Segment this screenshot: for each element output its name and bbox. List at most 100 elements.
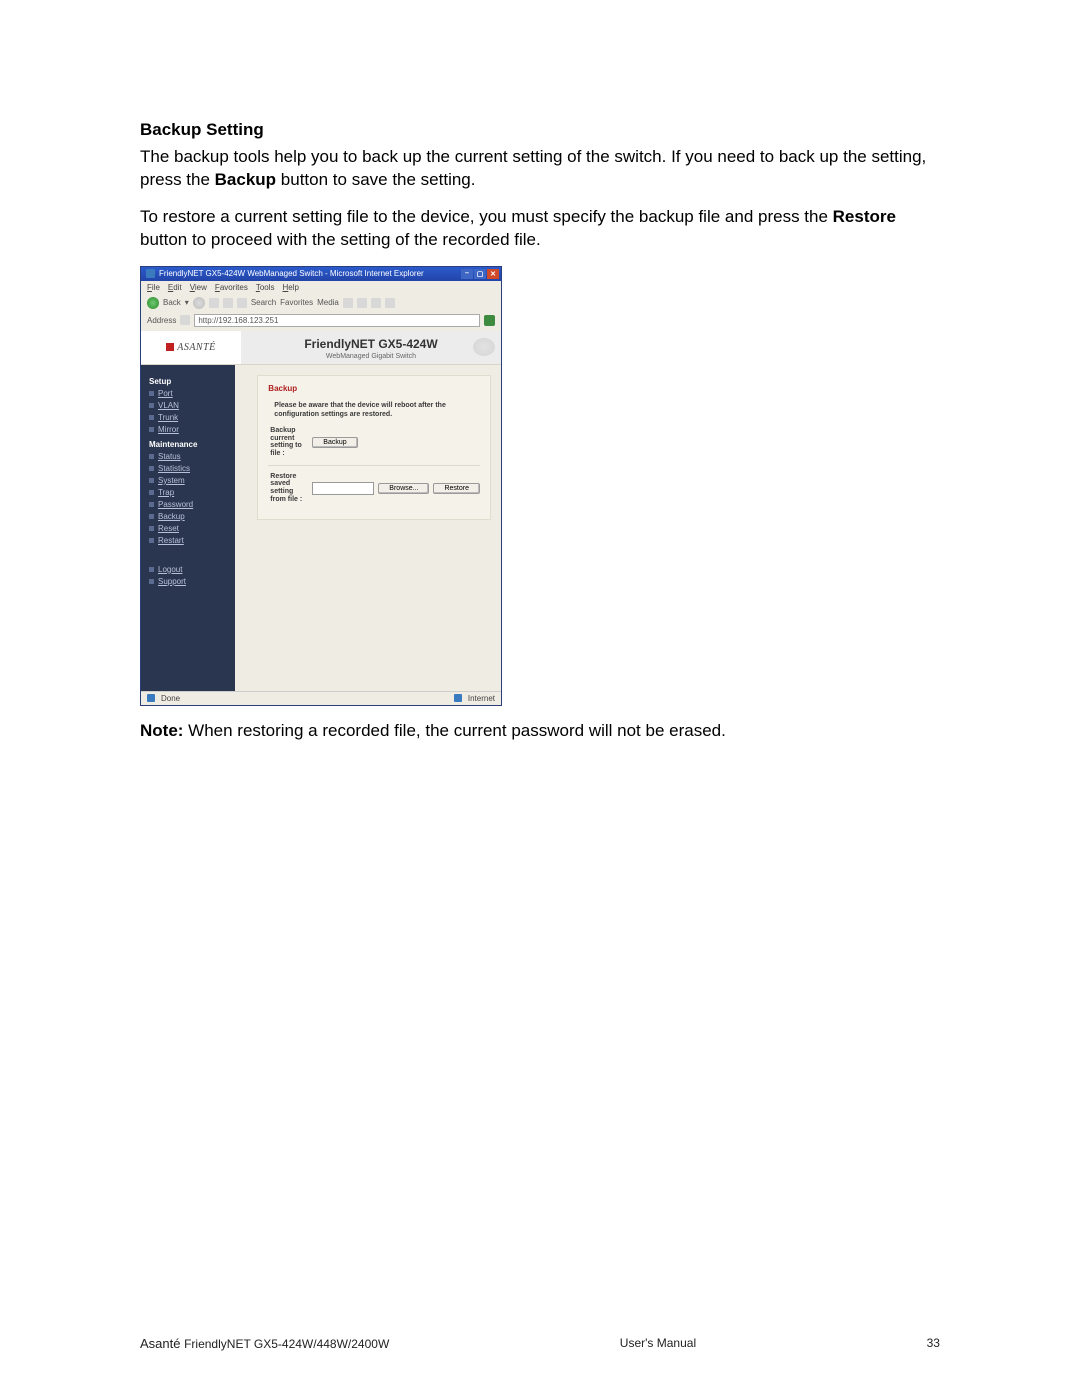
backup-row: Backup current setting to file : Backup [270, 427, 480, 458]
refresh-icon[interactable] [223, 298, 233, 308]
nav-label: Trunk [158, 413, 178, 422]
brand-name: ASANTÉ [177, 342, 216, 353]
sidebar-item-support[interactable]: Support [149, 577, 235, 586]
print-icon[interactable] [371, 298, 381, 308]
file-path-input[interactable] [312, 482, 374, 495]
window-minimize-button[interactable]: – [461, 269, 473, 279]
address-icon [180, 315, 190, 325]
bullet-icon [149, 403, 154, 408]
sidebar-item-status[interactable]: Status [149, 452, 235, 461]
forward-button-icon[interactable] [193, 297, 205, 309]
sidebar-item-backup[interactable]: Backup [149, 512, 235, 521]
nav-label: System [158, 476, 185, 485]
logo-icon [166, 343, 174, 351]
sidebar-section-setup: Setup [149, 377, 235, 386]
go-button-icon[interactable] [484, 315, 495, 326]
bullet-icon [149, 538, 154, 543]
sidebar-section-maintenance: Maintenance [149, 440, 235, 449]
product-title-area: FriendlyNET GX5-424W WebManaged Gigabit … [241, 331, 501, 365]
restore-row-label: Restore saved setting from file : [270, 473, 306, 504]
address-input[interactable]: http://192.168.123.251 [194, 314, 480, 327]
zone-icon [454, 694, 462, 702]
nav-label: Logout [158, 565, 182, 574]
product-subtitle: WebManaged Gigabit Switch [304, 353, 437, 360]
sidebar-item-port[interactable]: Port [149, 389, 235, 398]
menu-view[interactable]: View [190, 283, 207, 292]
browser-statusbar: Done Internet [141, 691, 501, 705]
nav-label: Restart [158, 536, 184, 545]
sidebar-item-mirror[interactable]: Mirror [149, 425, 235, 434]
window-titlebar: FriendlyNET GX5-424W WebManaged Switch -… [141, 267, 501, 281]
panel-warning-text: Please be aware that the device will reb… [274, 401, 480, 419]
paragraph-text: To restore a current setting file to the… [140, 207, 833, 226]
history-icon[interactable] [343, 298, 353, 308]
bullet-icon [149, 526, 154, 531]
nav-label: Trap [158, 488, 174, 497]
nav-label: Support [158, 577, 186, 586]
sidebar-item-restart[interactable]: Restart [149, 536, 235, 545]
address-label: Address [147, 316, 176, 325]
edit-icon[interactable] [385, 298, 395, 308]
status-done-text: Done [161, 694, 180, 703]
sidebar-item-system[interactable]: System [149, 476, 235, 485]
section-heading: Backup Setting [140, 120, 940, 140]
restore-row: Restore saved setting from file : Browse… [270, 473, 480, 504]
nav-label: Reset [158, 524, 179, 533]
bullet-icon [149, 514, 154, 519]
sidebar-item-password[interactable]: Password [149, 500, 235, 509]
address-bar-row: Address http://192.168.123.251 [141, 312, 501, 331]
sidebar-item-trap[interactable]: Trap [149, 488, 235, 497]
main-content: Backup Please be aware that the device w… [235, 365, 501, 691]
sidebar-item-statistics[interactable]: Statistics [149, 464, 235, 473]
menu-help[interactable]: Help [283, 283, 299, 292]
footer-center: User's Manual [620, 1336, 696, 1351]
bullet-icon [149, 466, 154, 471]
sidebar-item-reset[interactable]: Reset [149, 524, 235, 533]
sidebar-item-trunk[interactable]: Trunk [149, 413, 235, 422]
media-label[interactable]: Media [317, 298, 339, 307]
nav-label: Status [158, 452, 181, 461]
note-text: When restoring a recorded file, the curr… [183, 721, 725, 740]
window-title: FriendlyNET GX5-424W WebManaged Switch -… [159, 269, 424, 278]
brand-logo-area: ASANTÉ [141, 331, 241, 365]
mail-icon[interactable] [357, 298, 367, 308]
nav-label: Password [158, 500, 193, 509]
menu-edit[interactable]: Edit [168, 283, 182, 292]
page-content: ASANTÉ FriendlyNET GX5-424W WebManaged G… [141, 331, 501, 691]
bullet-icon [149, 427, 154, 432]
note-paragraph: Note: When restoring a recorded file, th… [140, 720, 940, 743]
restore-button[interactable]: Restore [433, 483, 480, 494]
menu-tools[interactable]: Tools [256, 283, 275, 292]
bullet-icon [149, 490, 154, 495]
product-title: FriendlyNET GX5-424W [304, 337, 437, 351]
window-maximize-button[interactable]: ▢ [474, 269, 486, 279]
home-icon[interactable] [237, 298, 247, 308]
sidebar-item-logout[interactable]: Logout [149, 565, 235, 574]
ie-icon [146, 269, 155, 278]
status-done-icon [147, 694, 155, 702]
footer-page-number: 33 [927, 1336, 940, 1351]
nav-label: VLAN [158, 401, 179, 410]
inline-bold: Backup [215, 170, 276, 189]
backup-row-label: Backup current setting to file : [270, 427, 306, 458]
favorites-label[interactable]: Favorites [280, 298, 313, 307]
bullet-icon [149, 391, 154, 396]
menu-favorites[interactable]: Favorites [215, 283, 248, 292]
back-label: Back [163, 298, 181, 307]
bullet-icon [149, 415, 154, 420]
window-close-button[interactable]: ✕ [487, 269, 499, 279]
sidebar-item-vlan[interactable]: VLAN [149, 401, 235, 410]
browser-menubar: File Edit View Favorites Tools Help [141, 281, 501, 294]
nav-label: Mirror [158, 425, 179, 434]
menu-file[interactable]: File [147, 283, 160, 292]
nav-label: Statistics [158, 464, 190, 473]
bullet-icon [149, 579, 154, 584]
back-button-icon[interactable] [147, 297, 159, 309]
browser-toolbar: Back ▾ Search Favorites Media [141, 294, 501, 312]
nav-label: Port [158, 389, 173, 398]
browse-button[interactable]: Browse... [378, 483, 429, 494]
backup-button[interactable]: Backup [312, 437, 357, 448]
search-label[interactable]: Search [251, 298, 276, 307]
stop-icon[interactable] [209, 298, 219, 308]
sidebar-nav: Setup Port VLAN Trunk Mirror Maintenance… [141, 365, 235, 691]
